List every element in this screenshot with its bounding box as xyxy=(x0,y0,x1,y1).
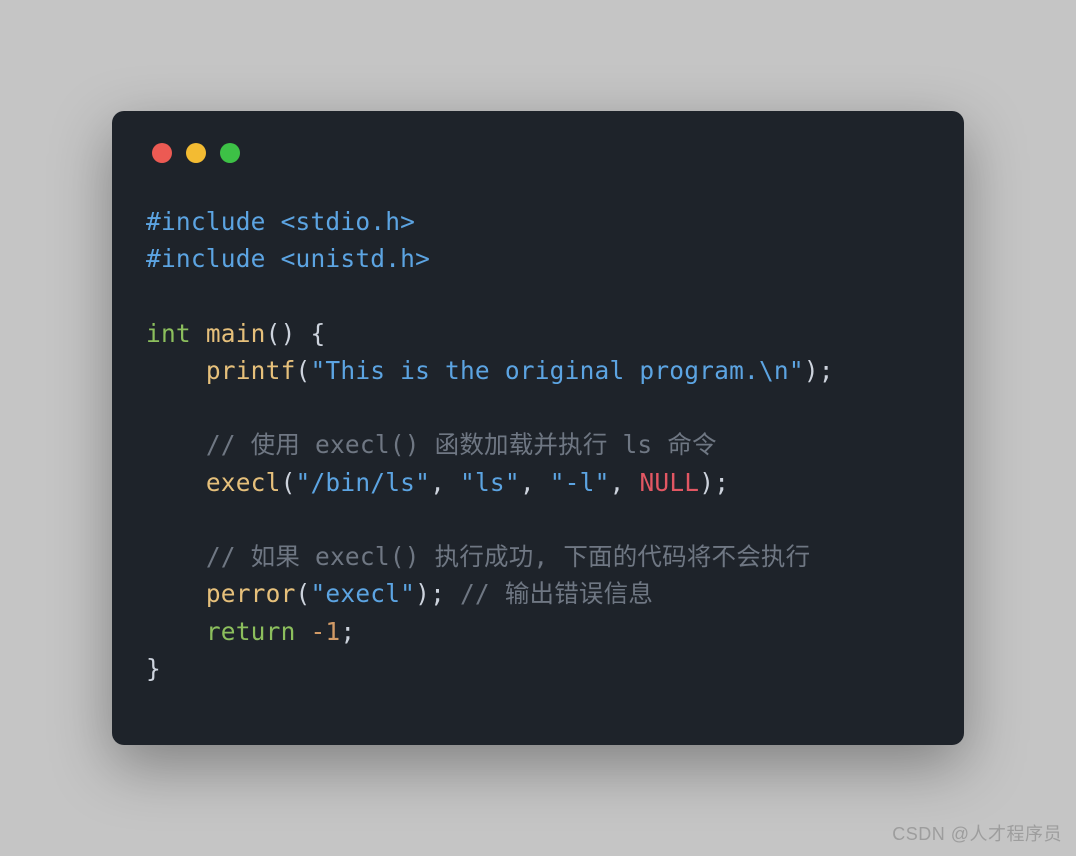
punctuation: ( xyxy=(296,356,311,385)
close-icon xyxy=(152,143,172,163)
string-literal: "-l" xyxy=(550,468,610,497)
punctuation: ( xyxy=(281,468,296,497)
null-literal: NULL xyxy=(639,468,699,497)
punctuation: ); xyxy=(804,356,834,385)
punctuation: () { xyxy=(266,319,326,348)
include-header: <unistd.h> xyxy=(281,244,431,273)
comment: // 如果 execl() 执行成功, 下面的代码将不会执行 xyxy=(206,542,811,571)
punctuation: } xyxy=(146,654,161,683)
watermark: CSDN @人才程序员 xyxy=(892,820,1062,846)
include-directive: #include xyxy=(146,244,266,273)
include-header: <stdio.h> xyxy=(281,207,416,236)
punctuation: ( xyxy=(296,579,311,608)
string-literal: "/bin/ls" xyxy=(296,468,431,497)
comment: // 输出错误信息 xyxy=(460,579,653,608)
zoom-icon xyxy=(220,143,240,163)
function-execl: execl xyxy=(206,468,281,497)
keyword-return: return xyxy=(206,617,296,646)
punctuation: , xyxy=(430,468,460,497)
punctuation: , xyxy=(520,468,550,497)
punctuation: , xyxy=(610,468,640,497)
function-perror: perror xyxy=(206,579,296,608)
function-main: main xyxy=(206,319,266,348)
comment: // 使用 execl() 函数加载并执行 ls 命令 xyxy=(206,430,717,459)
minimize-icon xyxy=(186,143,206,163)
keyword-int: int xyxy=(146,319,191,348)
code-window: #include <stdio.h> #include <unistd.h> i… xyxy=(112,111,964,745)
number-literal: -1 xyxy=(310,617,340,646)
code-block: #include <stdio.h> #include <unistd.h> i… xyxy=(146,203,930,687)
function-printf: printf xyxy=(206,356,296,385)
string-literal: "execl" xyxy=(310,579,415,608)
string-literal: "ls" xyxy=(460,468,520,497)
punctuation: ; xyxy=(340,617,355,646)
punctuation: ); xyxy=(699,468,729,497)
whitespace xyxy=(296,617,311,646)
traffic-lights xyxy=(152,143,930,163)
punctuation: ); xyxy=(415,579,460,608)
string-literal: "This is the original program.\n" xyxy=(310,356,803,385)
include-directive: #include xyxy=(146,207,266,236)
